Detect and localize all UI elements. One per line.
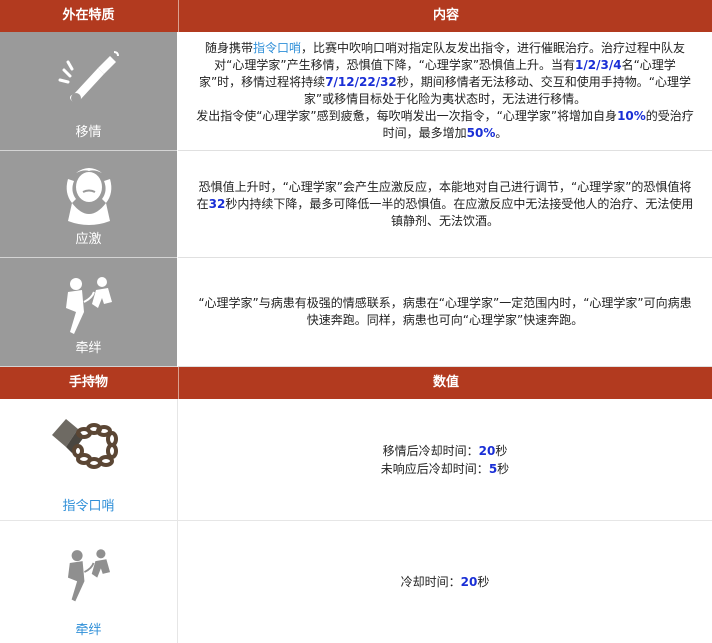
- text-run: 秒: [497, 461, 510, 476]
- highlight-number: 7/12/22/32: [325, 75, 397, 89]
- description-text: 恐惧值上升时，“心理学家”会产生应激反应，本能地对自己进行调节，“心理学家”的恐…: [178, 179, 712, 230]
- text-run: “心理学家”与病患有极强的情感联系，病患在“心理学家”一定范围内时，“心理学家”…: [198, 296, 692, 327]
- text-run: 移情后冷却时间：: [382, 443, 479, 458]
- text-run: 未响应后冷却时间：: [380, 461, 489, 476]
- trait-stress-description: 恐惧值上升时，“心理学家”会产生应激反应，本能地对自己进行调节，“心理学家”的恐…: [178, 151, 712, 258]
- text-run: 秒内持续下降，最多可降低一半的恐惧值。在应激反应中无法接受他人的治疗、无法使用镇…: [225, 196, 694, 228]
- highlight-number: 20: [478, 443, 496, 458]
- highlight-number: 5: [488, 461, 498, 476]
- trait-empathy: 移情: [0, 32, 177, 151]
- item-link[interactable]: 指令口哨: [253, 41, 301, 55]
- item-command-whistle-values: 移情后冷却时间：20秒 未响应后冷却时间：5秒: [178, 399, 712, 521]
- anxious-head-icon: [66, 168, 111, 225]
- item-command-whistle: 指令口哨: [0, 399, 178, 521]
- value-line: 移情后冷却时间：20秒: [383, 442, 508, 460]
- description-paragraph: 恐惧值上升时，“心理学家”会产生应激反应，本能地对自己进行调节，“心理学家”的恐…: [196, 179, 694, 230]
- bond-figures-icon: [65, 277, 112, 334]
- header-values: 数值: [178, 367, 712, 399]
- item-bond-values: 冷却时间：20秒: [178, 521, 712, 643]
- trait-label: 应激: [75, 232, 102, 247]
- highlight-number: 10%: [617, 109, 646, 123]
- highlight-number: 32: [208, 196, 226, 211]
- whistle-icon: [58, 51, 119, 103]
- highlight-number: 1/2/3/4: [575, 58, 622, 72]
- header-traits: 外在特质: [62, 8, 115, 23]
- text-run: 冷却时间：: [400, 575, 461, 589]
- trait-bond: 牵绊: [0, 258, 177, 367]
- text-run: 发出指令使“心理学家”感到疲惫，每吹哨发出一次指令，“心理学家”将增加自身: [196, 109, 618, 123]
- traits-header-row: 外在特质 内容: [0, 0, 712, 32]
- trait-label: 牵绊: [75, 341, 102, 356]
- description-paragraph: “心理学家”与病患有极强的情感联系，病患在“心理学家”一定范围内时，“心理学家”…: [196, 295, 694, 329]
- description-text: 随身携带指令口哨，比赛中吹响口哨对指定队友发出指令，进行催眠治疗。治疗过程中队友…: [178, 40, 712, 142]
- bond-figures-icon: [67, 549, 110, 602]
- highlight-number: 20: [460, 575, 478, 589]
- trait-label: 移情: [75, 125, 102, 140]
- highlight-number: 50%: [466, 126, 496, 140]
- description-text: “心理学家”与病患有极强的情感联系，病患在“心理学家”一定范围内时，“心理学家”…: [178, 295, 712, 329]
- value-line: 未响应后冷却时间：5秒: [381, 460, 509, 478]
- item-bond: 牵绊: [0, 521, 178, 643]
- header-content: 内容: [178, 0, 712, 32]
- text-run: 秒: [495, 443, 508, 458]
- description-paragraph: 发出指令使“心理学家”感到疲惫，每吹哨发出一次指令，“心理学家”将增加自身10%…: [196, 108, 694, 142]
- trait-stress-response: 应激: [0, 151, 177, 258]
- items-header-row: 手持物 数值: [0, 367, 712, 399]
- trait-bond-description: “心理学家”与病患有极强的情感联系，病患在“心理学家”一定范围内时，“心理学家”…: [178, 258, 712, 367]
- text-run: 。: [495, 126, 508, 140]
- trait-empathy-description: 随身携带指令口哨，比赛中吹响口哨对指定队友发出指令，进行催眠治疗。治疗过程中队友…: [178, 32, 712, 151]
- text-run: 随身携带: [204, 41, 253, 55]
- value-line: 冷却时间：20秒: [401, 573, 490, 591]
- item-label-link[interactable]: 指令口哨: [0, 495, 177, 514]
- item-label-link[interactable]: 牵绊: [0, 619, 177, 638]
- description-paragraph: 随身携带指令口哨，比赛中吹响口哨对指定队友发出指令，进行催眠治疗。治疗过程中队友…: [196, 40, 694, 108]
- text-run: 秒: [477, 575, 490, 589]
- header-items: 手持物: [68, 375, 108, 390]
- character-traits-table: 外在特质 内容 移情 随身携带指令口哨，比赛中吹响口哨对指定队友发出指令，进行催…: [0, 0, 712, 643]
- whistle-chain-icon: [51, 419, 118, 469]
